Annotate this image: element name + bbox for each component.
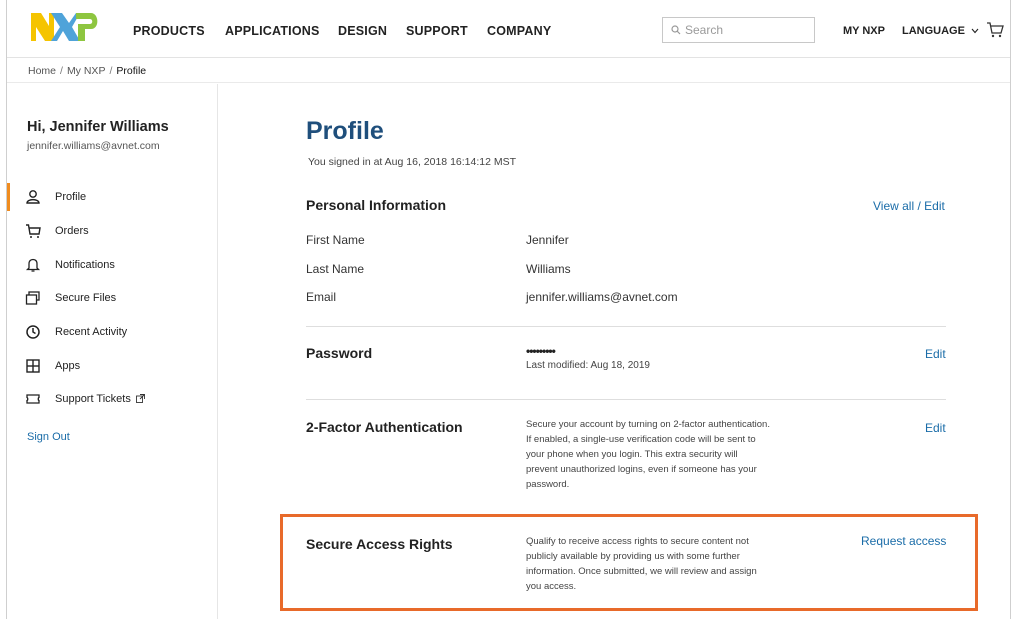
nav-language[interactable]: LANGUAGE: [902, 25, 979, 37]
sidebar-item-label: Apps: [55, 360, 81, 372]
nav-my-nxp[interactable]: MY NXP: [843, 25, 885, 37]
two-factor-line: password.: [526, 479, 570, 490]
secure-access-line: Qualify to receive access rights to secu…: [526, 536, 749, 547]
nav-company[interactable]: COMPANY: [487, 24, 551, 38]
breadcrumb: Home / My NXP / Profile: [28, 65, 147, 77]
signed-in-timestamp: You signed in at Aug 16, 2018 16:14:12 M…: [308, 156, 517, 168]
last-name-label: Last Name: [306, 262, 365, 276]
grid-icon: [26, 359, 40, 373]
sidebar-item-notifications[interactable]: Notifications: [7, 253, 217, 277]
nav-products[interactable]: PRODUCTS: [133, 24, 205, 38]
secure-access-line: you access.: [526, 581, 577, 592]
two-factor-line: Secure your account by turning on 2-fact…: [526, 419, 770, 430]
secure-access-line: publicly available by providing us with …: [526, 551, 740, 562]
nav-support[interactable]: SUPPORT: [406, 24, 468, 38]
view-all-edit-link[interactable]: View all / Edit: [873, 199, 945, 213]
two-factor-description: Secure your account by turning on 2-fact…: [526, 417, 801, 492]
sidebar-item-label: Recent Activity: [55, 326, 128, 338]
cart-icon[interactable]: [986, 21, 1004, 39]
nxp-logo[interactable]: [29, 10, 101, 44]
two-factor-line: prevent unauthorized logins, even if som…: [526, 464, 757, 475]
two-factor-line: your phone when you login. This extra se…: [526, 449, 738, 460]
sidebar-item-apps[interactable]: Apps: [7, 354, 217, 378]
personal-info-heading: Personal Information: [306, 197, 447, 213]
sidebar-item-secure-files[interactable]: Secure Files: [7, 286, 217, 310]
secure-access-line: information. Once submitted, we will rev…: [526, 566, 757, 577]
page-title: Profile: [306, 117, 384, 145]
request-access-link[interactable]: Request access: [861, 534, 946, 548]
language-label: LANGUAGE: [902, 25, 965, 37]
breadcrumb-current: Profile: [116, 65, 147, 77]
sidebar-item-profile[interactable]: Profile: [7, 185, 217, 209]
user-icon: [26, 190, 40, 204]
masked-password: •••••••••: [526, 344, 556, 358]
search-icon: [671, 25, 681, 35]
support-tickets-label: Support Tickets: [55, 393, 131, 405]
first-name-label: First Name: [306, 233, 365, 247]
section-divider: [306, 326, 946, 327]
user-email: jennifer.williams@avnet.com: [27, 140, 160, 152]
cart-icon: [26, 224, 41, 238]
search-box[interactable]: [662, 17, 815, 43]
frame-right-border: [1010, 0, 1011, 619]
chevron-down-icon: [971, 28, 979, 34]
last-name-value: Williams: [526, 262, 571, 276]
folder-icon: [25, 291, 40, 305]
breadcrumb-home[interactable]: Home: [28, 65, 56, 77]
two-factor-edit-link[interactable]: Edit: [925, 421, 946, 435]
two-factor-line: If enabled, a single-use verification co…: [526, 434, 756, 445]
sidebar-item-support-tickets[interactable]: Support Tickets: [7, 387, 217, 411]
ticket-icon: [26, 394, 40, 404]
clock-icon: [26, 325, 40, 339]
search-input[interactable]: [685, 23, 805, 37]
sidebar-item-label: Support Tickets: [55, 393, 145, 405]
email-label: Email: [306, 290, 337, 304]
top-navigation: PRODUCTS APPLICATIONS DESIGN SUPPORT COM…: [7, 0, 1010, 58]
first-name-value: Jennifer: [526, 233, 569, 247]
password-last-modified: Last modified: Aug 18, 2019: [526, 360, 650, 371]
external-link-icon: [135, 394, 145, 403]
bell-icon: [25, 258, 41, 272]
account-sidebar: Hi, Jennifer Williams jennifer.williams@…: [7, 84, 218, 619]
sign-out-link[interactable]: Sign Out: [27, 431, 70, 443]
sidebar-item-orders[interactable]: Orders: [7, 219, 217, 243]
sidebar-item-label: Notifications: [55, 259, 115, 271]
user-greeting: Hi, Jennifer Williams: [27, 119, 169, 135]
breadcrumb-my-nxp[interactable]: My NXP: [67, 65, 106, 77]
sidebar-item-recent-activity[interactable]: Recent Activity: [7, 320, 217, 344]
secure-access-description: Qualify to receive access rights to secu…: [526, 534, 801, 594]
password-heading: Password: [306, 345, 373, 361]
nav-applications[interactable]: APPLICATIONS: [225, 24, 320, 38]
sidebar-item-label: Secure Files: [55, 292, 117, 304]
two-factor-heading: 2-Factor Authentication: [306, 419, 463, 435]
nav-design[interactable]: DESIGN: [338, 24, 387, 38]
secure-access-heading: Secure Access Rights: [306, 536, 453, 552]
password-edit-link[interactable]: Edit: [925, 347, 946, 361]
section-divider: [306, 399, 946, 400]
sidebar-item-label: Orders: [55, 225, 89, 237]
breadcrumb-bar: Home / My NXP / Profile: [7, 58, 1010, 83]
sidebar-item-label: Profile: [55, 191, 87, 203]
email-value: jennifer.williams@avnet.com: [526, 290, 678, 304]
